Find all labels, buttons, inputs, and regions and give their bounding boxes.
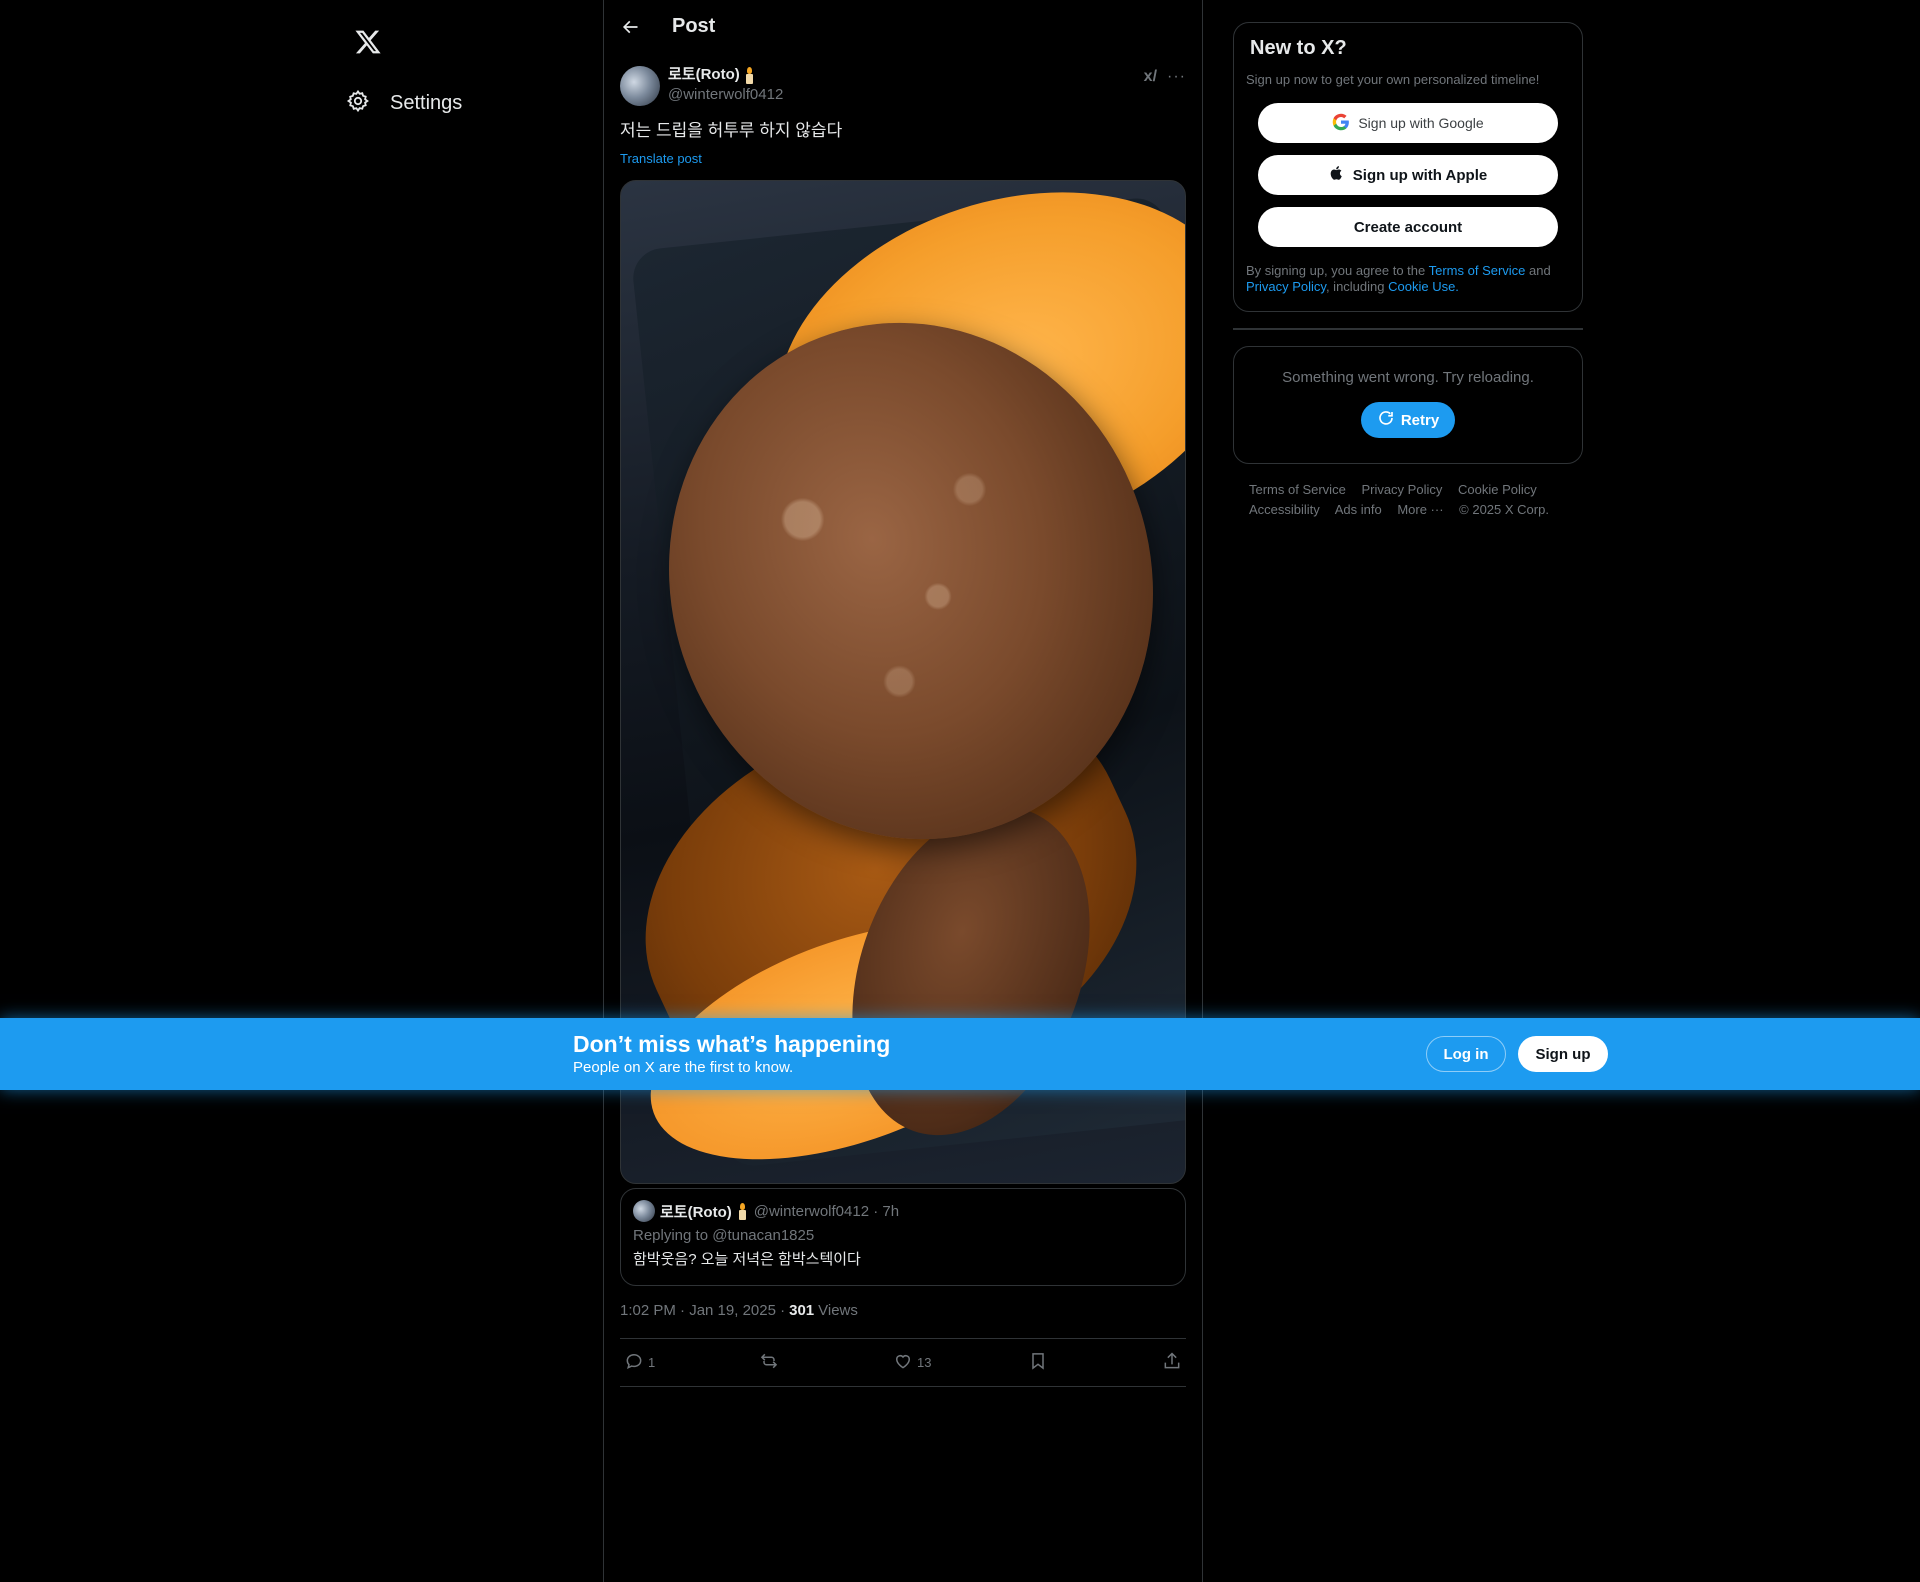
more-icon[interactable]: ··· bbox=[1167, 68, 1186, 86]
quote-replying-to: Replying to @tunacan1825 bbox=[633, 1227, 815, 1244]
footer-link[interactable]: Privacy Policy bbox=[1361, 482, 1442, 497]
footer-link[interactable]: Cookie Policy bbox=[1458, 482, 1537, 497]
post-header: Post bbox=[604, 0, 1202, 53]
quote-text: 함박웃음? 오늘 저녁은 함박스텍이다 bbox=[633, 1251, 861, 1268]
like-count: 13 bbox=[917, 1355, 932, 1370]
quote-meta: @winterwolf0412 · 7h bbox=[753, 1202, 900, 1220]
reply-icon bbox=[624, 1351, 644, 1374]
reply-button[interactable]: 1 bbox=[624, 1351, 684, 1374]
error-message: Something went wrong. Try reloading. bbox=[1282, 369, 1534, 386]
repost-icon bbox=[759, 1351, 779, 1374]
repost-button[interactable] bbox=[759, 1351, 819, 1374]
footer-link[interactable]: Ads info bbox=[1335, 502, 1382, 517]
signup-subtitle: Sign up now to get your own personalized… bbox=[1246, 72, 1540, 87]
signup-apple-button[interactable]: Sign up with Apple bbox=[1258, 155, 1558, 195]
banner-subtitle: People on X are the first to know. bbox=[573, 1059, 794, 1076]
signup-apple-label: Sign up with Apple bbox=[1352, 166, 1488, 184]
author-handle[interactable]: @winterwolf0412 bbox=[668, 85, 783, 105]
signup-card: New to X? Sign up now to get your own pe… bbox=[1233, 22, 1583, 312]
copyright: © 2025 X Corp. bbox=[1459, 502, 1549, 517]
signup-google-button[interactable]: Sign up with Google bbox=[1258, 103, 1558, 143]
apple-icon bbox=[1329, 164, 1345, 186]
post: 로토(Roto) @winterwolf0412 x/ ··· 저는 드립을 허… bbox=[604, 65, 1202, 1387]
retry-label: Retry bbox=[1400, 411, 1440, 429]
bookmark-icon bbox=[1028, 1351, 1048, 1374]
candle-icon bbox=[737, 1202, 747, 1220]
create-account-button[interactable]: Create account bbox=[1258, 207, 1558, 247]
page: Settings Post 로토(Roto) @winterwolf0412 x… bbox=[0, 0, 1920, 1582]
avatar[interactable] bbox=[620, 66, 660, 106]
footer-links: Terms of Service Privacy Policy Cookie P… bbox=[1249, 480, 1579, 520]
grok-icon[interactable]: x/ bbox=[1144, 68, 1157, 86]
signup-title: New to X? bbox=[1250, 37, 1347, 59]
footer-link[interactable]: Accessibility bbox=[1249, 502, 1320, 517]
quoted-post[interactable]: 로토(Roto) @winterwolf0412 · 7h Replying t… bbox=[620, 1188, 1186, 1286]
bottom-banner: Don’t miss what’s happening People on X … bbox=[0, 1018, 1920, 1090]
reply-count: 1 bbox=[648, 1355, 656, 1370]
author-display-name: 로토(Roto) bbox=[668, 66, 740, 83]
gear-icon bbox=[346, 89, 370, 118]
terms-link[interactable]: Terms of Service bbox=[1429, 263, 1526, 278]
back-arrow-icon[interactable] bbox=[612, 9, 648, 45]
banner-title: Don’t miss what’s happening bbox=[573, 1031, 891, 1057]
quote-avatar bbox=[633, 1200, 655, 1222]
share-icon bbox=[1162, 1351, 1182, 1374]
signup-google-label: Sign up with Google bbox=[1358, 115, 1484, 131]
like-button[interactable]: 13 bbox=[893, 1351, 953, 1374]
signup-legal: By signing up, you agree to the Terms of… bbox=[1246, 263, 1551, 294]
page-title: Post bbox=[672, 15, 716, 37]
quote-author-name: 로토(Roto) bbox=[660, 1203, 732, 1221]
post-actions: 1 13 bbox=[620, 1338, 1186, 1387]
google-icon bbox=[1332, 113, 1350, 134]
nav-settings-label: Settings bbox=[390, 91, 463, 114]
nav-settings[interactable]: Settings bbox=[346, 78, 478, 128]
candle-icon bbox=[744, 66, 754, 84]
views-label: Views bbox=[818, 1302, 858, 1319]
footer-link[interactable]: Terms of Service bbox=[1249, 482, 1346, 497]
post-time[interactable]: 1:02 PM · Jan 19, 2025 · bbox=[620, 1302, 785, 1322]
post-meta: 1:02 PM · Jan 19, 2025 · 301 Views bbox=[620, 1302, 1186, 1322]
retry-button[interactable]: Retry bbox=[1360, 402, 1456, 438]
translate-post-link[interactable]: Translate post bbox=[620, 151, 702, 166]
share-button[interactable] bbox=[1162, 1351, 1182, 1374]
signup-button[interactable]: Sign up bbox=[1518, 1036, 1608, 1072]
divider bbox=[1233, 328, 1583, 330]
views-count: 301 bbox=[789, 1302, 815, 1319]
heart-icon bbox=[893, 1351, 913, 1374]
cookie-link[interactable]: Cookie Use. bbox=[1388, 279, 1459, 294]
privacy-link[interactable]: Privacy Policy bbox=[1246, 279, 1326, 294]
bookmark-button[interactable] bbox=[1028, 1351, 1088, 1374]
x-logo-icon[interactable] bbox=[346, 20, 390, 64]
post-author: 로토(Roto) @winterwolf0412 x/ ··· bbox=[620, 65, 1186, 113]
author-name[interactable]: 로토(Roto) bbox=[668, 65, 783, 85]
post-text: 저는 드립을 허투루 하지 않습다 bbox=[620, 121, 843, 140]
error-card: Something went wrong. Try reloading. Ret… bbox=[1233, 346, 1583, 464]
login-button[interactable]: Log in bbox=[1426, 1036, 1506, 1072]
footer-more[interactable]: More ··· bbox=[1397, 502, 1443, 517]
refresh-icon bbox=[1377, 409, 1395, 431]
main-column: Post 로토(Roto) @winterwolf0412 x/ ··· 저는 … bbox=[603, 0, 1203, 1582]
